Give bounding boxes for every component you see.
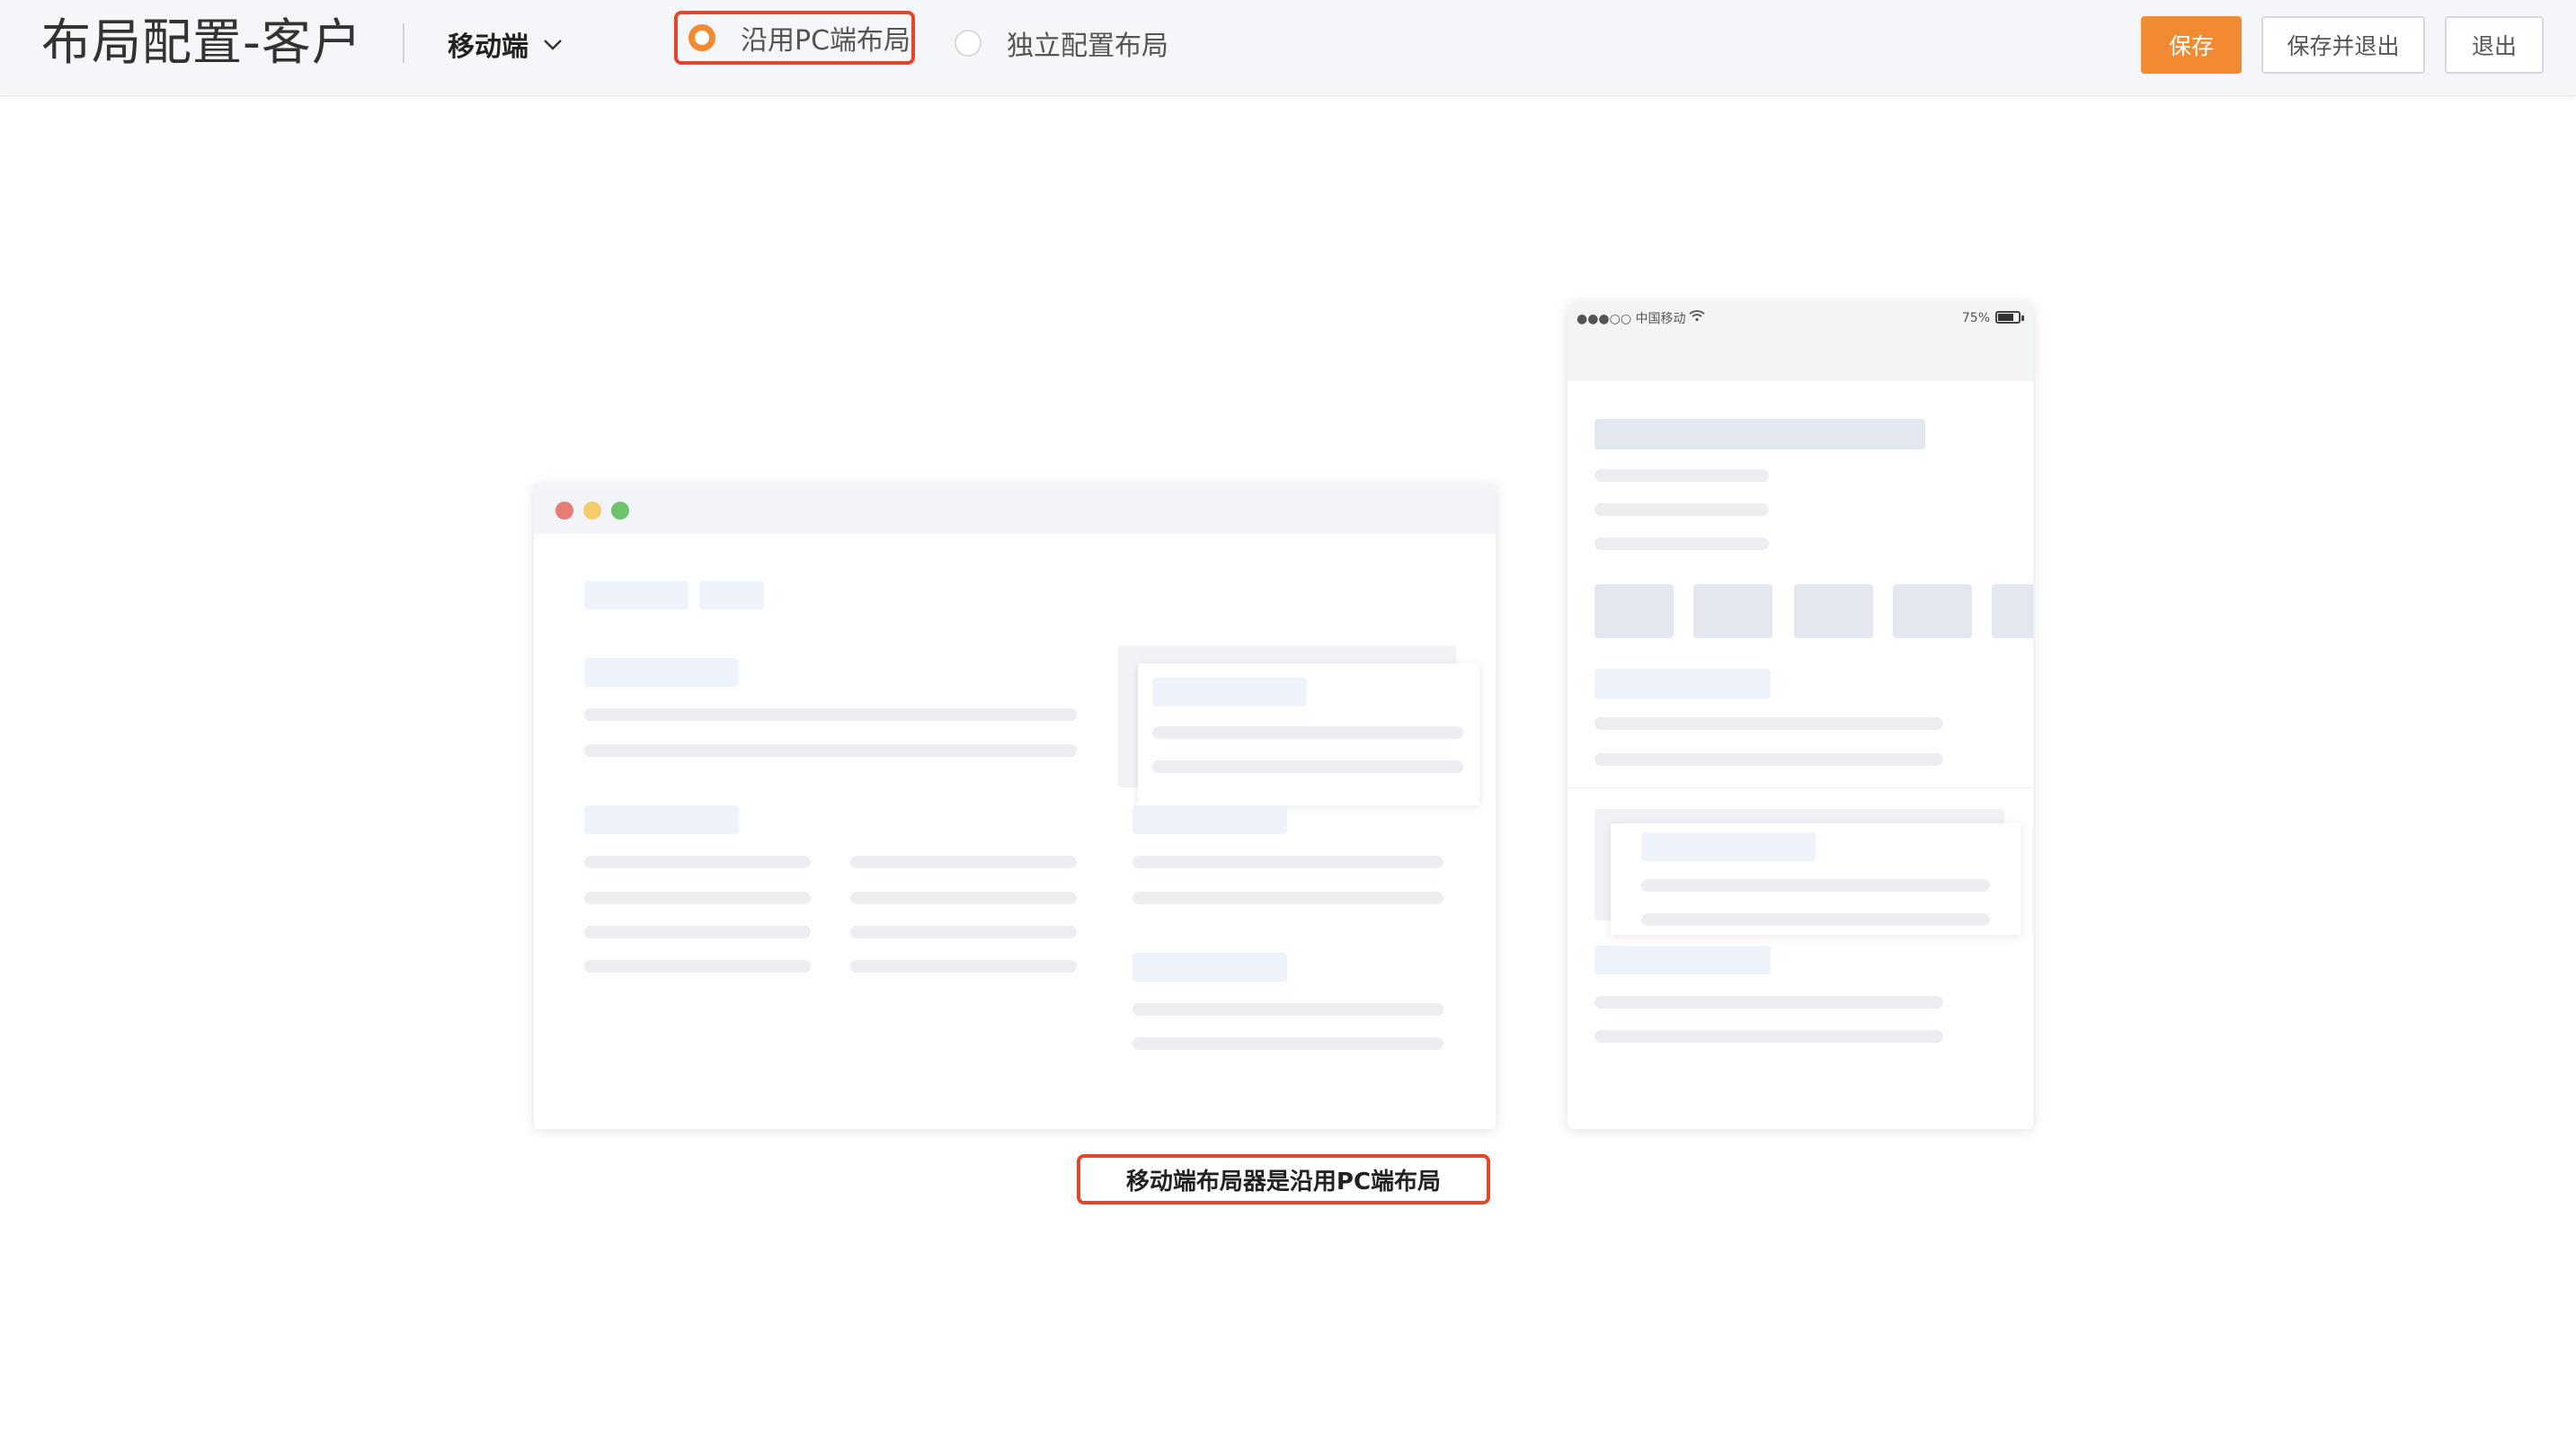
- skeleton-line: [1133, 1003, 1443, 1016]
- skeleton-line: [1594, 469, 1769, 482]
- skeleton-line: [584, 960, 811, 973]
- skeleton-tile: [1893, 584, 1972, 638]
- layout-caption: 移动端布局器是沿用PC端布局: [1077, 1154, 1490, 1205]
- device-type-label: 移动端: [448, 31, 529, 63]
- divider: [1568, 787, 2033, 788]
- save-button[interactable]: 保存: [2141, 16, 2242, 74]
- radio-use-pc-layout[interactable]: 沿用PC端布局: [674, 11, 915, 65]
- battery-icon: [1995, 311, 2024, 324]
- skeleton-tab: [699, 581, 764, 609]
- pc-window-titlebar: [534, 484, 1496, 534]
- skeleton-heading: [1152, 678, 1307, 707]
- skeleton-line: [1594, 717, 1943, 730]
- skeleton-line: [1641, 913, 1990, 926]
- skeleton-tile: [1992, 584, 2033, 638]
- skeleton-line: [850, 960, 1077, 973]
- exit-button[interactable]: 退出: [2445, 16, 2544, 74]
- skeleton-line: [584, 892, 811, 904]
- radio-use-pc-layout-label: 沿用PC端布局: [741, 25, 911, 57]
- skeleton-line: [1133, 892, 1443, 904]
- window-close-dot-icon: [555, 502, 573, 520]
- window-maximize-dot-icon: [611, 502, 629, 520]
- skeleton-tile: [1594, 584, 1674, 638]
- skeleton-line: [1594, 538, 1769, 550]
- window-minimize-dot-icon: [583, 502, 601, 520]
- skeleton-floating-card: [1138, 663, 1479, 805]
- skeleton-line: [584, 926, 811, 938]
- skeleton-tile: [1794, 584, 1873, 638]
- radio-checked-icon: [688, 24, 715, 51]
- skeleton-line: [584, 708, 1077, 721]
- pc-layout-preview: [534, 484, 1496, 1129]
- skeleton-line: [1133, 856, 1443, 868]
- skeleton-heading: [1641, 832, 1816, 861]
- phone-status-bar: ●●●○○ 中国移动 75%: [1568, 302, 2033, 381]
- save-and-exit-button[interactable]: 保存并退出: [2261, 16, 2425, 74]
- skeleton-line: [1594, 996, 1943, 1009]
- mobile-layout-preview: ●●●○○ 中国移动 75%: [1568, 302, 2033, 1129]
- radio-independent-layout[interactable]: 独立配置布局: [951, 20, 1168, 67]
- wifi-icon: [1689, 310, 1705, 322]
- skeleton-tab: [584, 581, 688, 609]
- skeleton-floating-card: [1611, 823, 2021, 935]
- radio-unchecked-icon: [955, 30, 982, 57]
- skeleton-heading: [1133, 953, 1287, 982]
- skeleton-heading: [1594, 419, 1925, 449]
- device-type-dropdown[interactable]: 移动端: [448, 22, 564, 67]
- skeleton-tile: [1693, 584, 1772, 638]
- skeleton-heading: [584, 658, 739, 687]
- skeleton-heading: [1133, 805, 1287, 834]
- skeleton-line: [1641, 879, 1990, 892]
- skeleton-line: [850, 926, 1077, 938]
- radio-independent-layout-label: 独立配置布局: [1007, 31, 1168, 62]
- skeleton-line: [1594, 1030, 1943, 1043]
- skeleton-line: [850, 856, 1077, 868]
- skeleton-heading: [1594, 946, 1771, 974]
- skeleton-line: [1152, 760, 1463, 773]
- skeleton-line: [1594, 503, 1769, 516]
- skeleton-line: [584, 744, 1077, 757]
- toolbar-divider: [403, 23, 404, 63]
- battery-percentage: 75%: [1961, 311, 1990, 325]
- chevron-down-icon: [544, 40, 562, 50]
- skeleton-heading: [584, 805, 739, 834]
- skeleton-line: [1152, 726, 1463, 739]
- carrier-signal: ●●●○○ 中国移动: [1577, 312, 1686, 326]
- skeleton-line: [1133, 1037, 1443, 1050]
- page-title: 布局配置-客户: [41, 13, 362, 71]
- skeleton-line: [850, 892, 1077, 904]
- skeleton-line: [1594, 753, 1943, 766]
- skeleton-line: [584, 856, 811, 868]
- top-toolbar: 布局配置-客户 移动端 沿用PC端布局 独立配置布局 保存 保存并退出 退出: [0, 0, 2576, 96]
- skeleton-heading: [1594, 669, 1771, 699]
